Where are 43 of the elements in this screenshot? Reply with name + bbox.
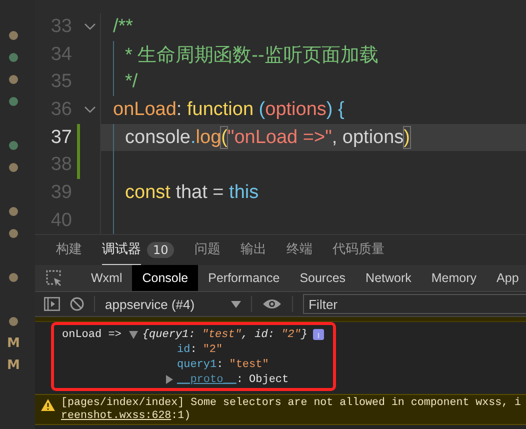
source-link[interactable]: reenshot.wxss:628 — [61, 410, 172, 422]
object-property[interactable]: __proto__: Object — [177, 374, 289, 386]
sidebar-toggle-icon[interactable] — [44, 297, 60, 311]
code-line: console.log("onLoad =>", options) — [125, 126, 410, 149]
code-line: /** — [113, 16, 134, 38]
clear-icon[interactable] — [70, 297, 84, 311]
warning-icon — [41, 399, 55, 411]
devtools-tab[interactable]: Network — [356, 265, 422, 291]
caret-icon — [230, 300, 241, 308]
panel-tab[interactable]: 代码质量 — [332, 235, 384, 265]
devtools-tab[interactable]: App — [486, 265, 526, 291]
code-line: onLoad: function (options) { — [113, 98, 344, 121]
expanded-triangle-icon[interactable] — [129, 330, 138, 338]
panel-tab[interactable]: 输出 — [240, 235, 266, 265]
line-number: 37 — [50, 126, 72, 150]
devtools-tab[interactable]: Performance — [198, 265, 290, 291]
devtools-tab[interactable]: Sources — [290, 265, 356, 291]
devtools-tab[interactable]: Wxml — [81, 265, 132, 291]
context-select[interactable]: appservice (#4) — [105, 296, 241, 312]
object-property: query1: "test" — [177, 358, 269, 370]
warning-message: :1) — [171, 410, 191, 422]
warning-message: [pages/index/index] Some selectors are not allowed in component wxss, i — [61, 397, 522, 410]
info-icon — [313, 329, 324, 340]
devtools-tab[interactable]: Console — [132, 265, 198, 291]
collapsed-triangle-icon[interactable] — [166, 375, 173, 384]
inspect-icon[interactable] — [45, 269, 63, 287]
fold-icon[interactable] — [84, 106, 96, 114]
devtools-tab[interactable]: Memory — [421, 265, 487, 291]
panel-tab[interactable]: 终端 — [286, 235, 312, 265]
object-property: id: "2" — [177, 344, 223, 356]
modified-marker: M — [7, 358, 20, 372]
code-line: const that = this — [125, 182, 259, 204]
log-message: onLoad => — [62, 328, 122, 340]
panel-tab[interactable]: 问题 — [194, 235, 220, 265]
object-preview[interactable]: {query1: "test", id: "2"} — [142, 328, 308, 340]
count-badge: 10 — [147, 242, 174, 258]
fold-icon[interactable] — [84, 22, 96, 31]
panel-tab[interactable]: 构建 — [56, 235, 82, 265]
eye-icon[interactable] — [262, 298, 282, 310]
filter-field[interactable]: Filter — [302, 294, 526, 314]
modified-marker: M — [7, 336, 20, 350]
code-line: * 生命周期函数--监听页面加载 — [125, 44, 378, 68]
code-line: */ — [125, 71, 138, 94]
